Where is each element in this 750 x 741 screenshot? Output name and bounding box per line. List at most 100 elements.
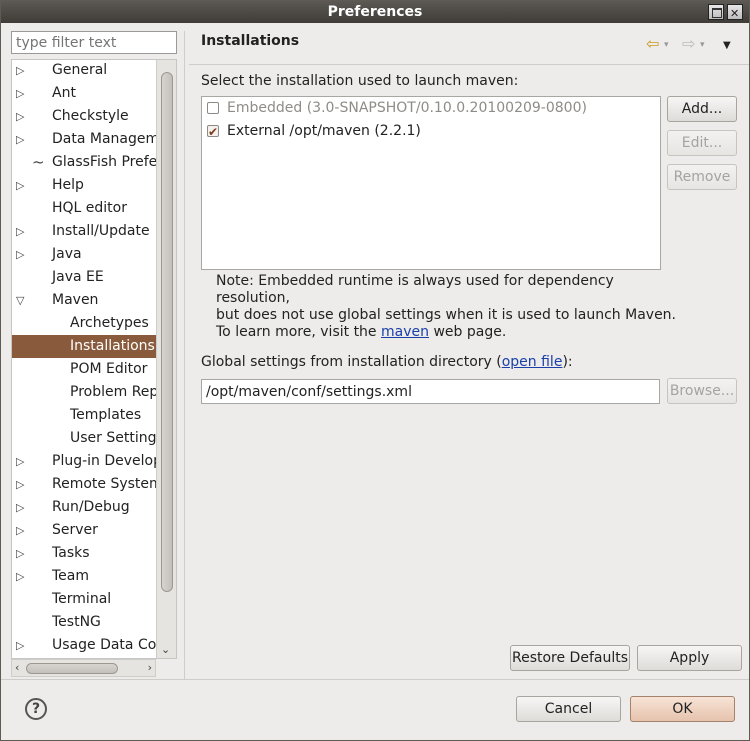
tree-item-templates[interactable]: Templates [12,404,157,427]
tree-item-terminal[interactable]: Terminal [12,588,157,611]
tree-item-data-management[interactable]: ▷ Data Management [12,128,157,151]
tree-item-installations[interactable]: Installations [12,335,157,358]
help-icon[interactable]: ? [25,698,47,720]
tree-item-label: Java EE [52,269,104,285]
close-icon[interactable] [727,3,743,25]
back-dropdown-icon[interactable]: ▾ [664,40,669,50]
tree-item-run-debug[interactable]: ▷ Run/Debug [12,496,157,519]
tree-item-team[interactable]: ▷ Team [12,565,157,588]
tree-item-label: TestNG [52,614,101,630]
tree-item-label: Java [52,246,82,262]
tree-item-checkstyle[interactable]: ▷ Checkstyle [12,105,157,128]
note-line: but does not use global settings when it… [216,307,677,323]
note-text: web page. [429,324,507,340]
tree-item-archetypes[interactable]: Archetypes [12,312,157,335]
view-menu-icon[interactable]: ▼ [723,40,731,51]
tree-item-tasks[interactable]: ▷ Tasks [12,542,157,565]
tree-item-label: General [52,62,108,78]
scroll-down-icon[interactable]: ⌄ [161,643,170,656]
collapsed-arrow-icon[interactable]: ▷ [16,174,28,197]
edit-button[interactable]: Edit... [667,130,737,156]
tree-horizontal-scrollbar[interactable]: ‹ › [11,659,156,677]
filter-input[interactable] [11,31,177,54]
tree-item-label: Maven [52,292,99,308]
expanded-arrow-icon[interactable]: ▽ [16,289,28,312]
label-text: ): [562,354,573,370]
tree-item-label: Templates [70,407,142,423]
select-installation-label: Select the installation used to launch m… [201,73,519,89]
open-file-link[interactable]: open file [502,354,563,370]
tree-item-user-settings[interactable]: User Settings [12,427,157,450]
collapsed-arrow-icon[interactable]: ▷ [16,519,28,542]
restore-defaults-button[interactable]: Restore Defaults [510,645,630,671]
tree-item-label: Problem Reporting [70,384,157,400]
note-line: To learn more, visit the maven web page. [216,324,676,341]
scroll-left-icon[interactable]: ‹ [15,661,19,674]
tree-item-label: GlassFish Preferences [52,154,157,170]
tree-item-install-update[interactable]: ▷ Install/Update [12,220,157,243]
tree-item-java[interactable]: ▷ Java [12,243,157,266]
preference-page: Installations ⇦ ▾ ⇨ ▾ ▼ Select the insta… [189,25,749,679]
tree-item-hql-editor[interactable]: HQL editor [12,197,157,220]
tree-item-glassfish-preferences[interactable]: ~ GlassFish Preferences [12,151,157,174]
scrollbar-thumb[interactable] [26,663,118,674]
checkbox-checked[interactable] [207,121,219,143]
collapsed-arrow-icon[interactable]: ▷ [16,105,28,128]
collapsed-arrow-icon[interactable]: ▷ [16,496,28,519]
browse-button[interactable]: Browse... [667,378,737,404]
collapsed-arrow-icon[interactable]: ▷ [16,634,28,657]
tree-item-problem-reporting[interactable]: Problem Reporting [12,381,157,404]
tree-item-server[interactable]: ▷ Server [12,519,157,542]
tree-item-maven[interactable]: ▽ Maven [12,289,157,312]
checkbox[interactable] [207,102,219,114]
tree-item-java-ee[interactable]: Java EE [12,266,157,289]
installations-list: Embedded (3.0-SNAPSHOT/0.10.0.20100209-0… [201,96,661,270]
tree-vertical-scrollbar[interactable]: ⌄ [156,60,176,658]
tree-item-label: Plug-in Development [52,453,157,469]
page-title: Installations [201,33,300,49]
tree-item-label: Checkstyle [52,108,129,124]
back-arrow-icon[interactable]: ⇦ [646,34,659,53]
tree-item-ant[interactable]: ▷ Ant [12,82,157,105]
tree-item-label: Install/Update [52,223,150,239]
tree-item-label: POM Editor [70,361,148,377]
ok-button[interactable]: OK [630,696,735,722]
forward-dropdown-icon[interactable]: ▾ [700,40,705,50]
collapsed-arrow-icon[interactable]: ▷ [16,473,28,496]
tree-item-plug-in-development[interactable]: ▷ Plug-in Development [12,450,157,473]
maven-link[interactable]: maven [381,324,429,340]
tree-item-general[interactable]: ▷ General [12,60,157,82]
add-button[interactable]: Add... [667,96,737,122]
collapsed-arrow-icon[interactable]: ▷ [16,450,28,473]
remove-button[interactable]: Remove [667,164,737,190]
tree-item-usage-data-collector[interactable]: ▷ Usage Data Collector [12,634,157,657]
tree-item-label: Archetypes [70,315,149,331]
collapsed-arrow-icon[interactable]: ▷ [16,565,28,588]
collapsed-arrow-icon[interactable]: ▷ [16,128,28,151]
apply-button[interactable]: Apply [637,645,742,671]
cancel-button[interactable]: Cancel [516,696,621,722]
tree-item-label: HQL editor [52,200,127,216]
global-settings-field[interactable] [201,379,660,404]
tree-item-help[interactable]: ▷ Help [12,174,157,197]
maximize-icon[interactable] [708,4,724,20]
installation-label: External /opt/maven (2.2.1) [227,123,421,139]
tree-item-remote-systems[interactable]: ▷ Remote Systems [12,473,157,496]
tree-item-label: Ant [52,85,76,101]
tree-item-label: Installations [70,338,155,354]
collapsed-arrow-icon[interactable]: ▷ [16,220,28,243]
tree-item-testng[interactable]: TestNG [12,611,157,634]
tree-item-label: Server [52,522,98,538]
tree-item-pom-editor[interactable]: POM Editor [12,358,157,381]
pane-divider[interactable] [184,31,188,679]
scrollbar-thumb[interactable] [161,72,173,592]
forward-arrow-icon[interactable]: ⇨ [682,34,695,53]
note-text: To learn more, visit the [216,324,381,340]
tree-item-label: Run/Debug [52,499,130,515]
dialog-footer: ? Cancel OK [1,679,749,741]
collapsed-arrow-icon[interactable]: ▷ [16,243,28,266]
scroll-right-icon[interactable]: › [148,661,152,674]
collapsed-arrow-icon[interactable]: ▷ [16,542,28,565]
collapsed-arrow-icon[interactable]: ▷ [16,82,28,105]
collapsed-arrow-icon[interactable]: ▷ [16,60,28,82]
